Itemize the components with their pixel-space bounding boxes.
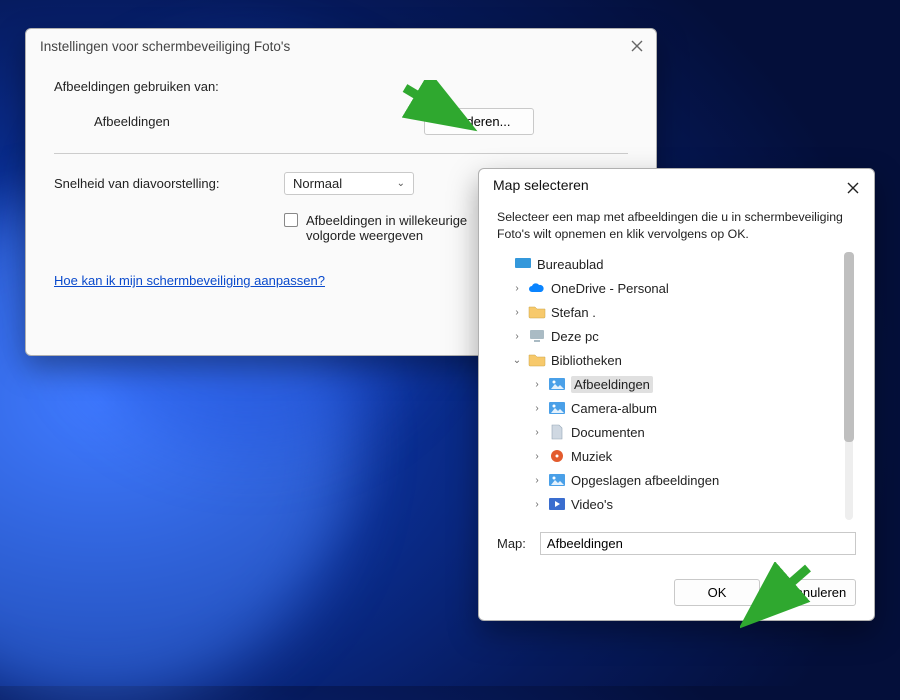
desktop-icon <box>514 256 532 272</box>
pictures-icon <box>548 472 566 488</box>
chevron-down-icon: ⌄ <box>511 355 523 366</box>
chevron-down-icon: ⌄ <box>397 178 405 189</box>
video-icon <box>548 496 566 512</box>
chevron-right-icon: › <box>511 283 523 294</box>
chevron-right-icon: › <box>511 331 523 342</box>
chevron-right-icon: › <box>531 403 543 414</box>
tree-user[interactable]: › Stefan . <box>497 300 836 324</box>
pictures-icon <box>548 376 566 392</box>
folder-icon <box>528 304 546 320</box>
help-link[interactable]: Hoe kan ik mijn schermbeveiliging aanpas… <box>54 273 325 288</box>
settings-title: Instellingen voor schermbeveiliging Foto… <box>40 39 290 54</box>
shuffle-checkbox[interactable] <box>284 213 298 227</box>
divider <box>54 153 628 154</box>
tree-documents[interactable]: › Documenten <box>497 420 836 444</box>
close-icon[interactable] <box>628 37 646 55</box>
tree-videos[interactable]: › Video's <box>497 492 836 516</box>
tree-pictures[interactable]: › Afbeeldingen <box>497 372 836 396</box>
pc-icon <box>528 328 546 344</box>
tree-saved[interactable]: › Opgeslagen afbeeldingen <box>497 468 836 492</box>
cancel-button[interactable]: Annuleren <box>770 579 856 606</box>
music-icon <box>548 448 566 464</box>
shuffle-label: Afbeeldingen in willekeurige volgorde we… <box>306 213 506 243</box>
browse-title: Map selecteren <box>493 177 589 193</box>
chevron-right-icon: › <box>511 307 523 318</box>
browse-folder-dialog: Map selecteren Selecteer een map met afb… <box>478 168 875 621</box>
tree-scrollbar[interactable] <box>842 252 856 520</box>
tree-dvd[interactable]: › Dvd-station (D:) <box>497 516 836 520</box>
speed-select[interactable]: Normaal ⌄ <box>284 172 414 195</box>
close-icon[interactable] <box>844 179 862 197</box>
chevron-right-icon: › <box>531 499 543 510</box>
browse-instruction: Selecteer een map met afbeeldingen die u… <box>497 209 856 242</box>
use-images-from-label: Afbeeldingen gebruiken van: <box>54 79 628 94</box>
speed-value: Normaal <box>293 176 342 191</box>
tree-libraries[interactable]: ⌄ Bibliotheken <box>497 348 836 372</box>
folder-tree[interactable]: Bureaublad › OneDrive - Personal › Stefa… <box>497 252 856 520</box>
speed-label: Snelheid van diavoorstelling: <box>54 176 284 191</box>
ok-button[interactable]: OK <box>674 579 760 606</box>
settings-titlebar: Instellingen voor schermbeveiliging Foto… <box>26 29 656 61</box>
images-path-label: Afbeeldingen <box>94 114 424 129</box>
chevron-right-icon: › <box>531 475 543 486</box>
tree-music[interactable]: › Muziek <box>497 444 836 468</box>
tree-onedrive[interactable]: › OneDrive - Personal <box>497 276 836 300</box>
browse-button[interactable]: Bladeren... <box>424 108 534 135</box>
map-input[interactable] <box>540 532 856 555</box>
chevron-right-icon: › <box>531 451 543 462</box>
tree-desktop[interactable]: Bureaublad <box>497 252 836 276</box>
chevron-right-icon: › <box>531 427 543 438</box>
document-icon <box>548 424 566 440</box>
folder-icon <box>528 352 546 368</box>
pictures-icon <box>548 400 566 416</box>
map-label: Map: <box>497 536 526 551</box>
tree-thispc[interactable]: › Deze pc <box>497 324 836 348</box>
chevron-right-icon: › <box>531 379 543 390</box>
cloud-icon <box>528 280 546 296</box>
tree-camera[interactable]: › Camera-album <box>497 396 836 420</box>
